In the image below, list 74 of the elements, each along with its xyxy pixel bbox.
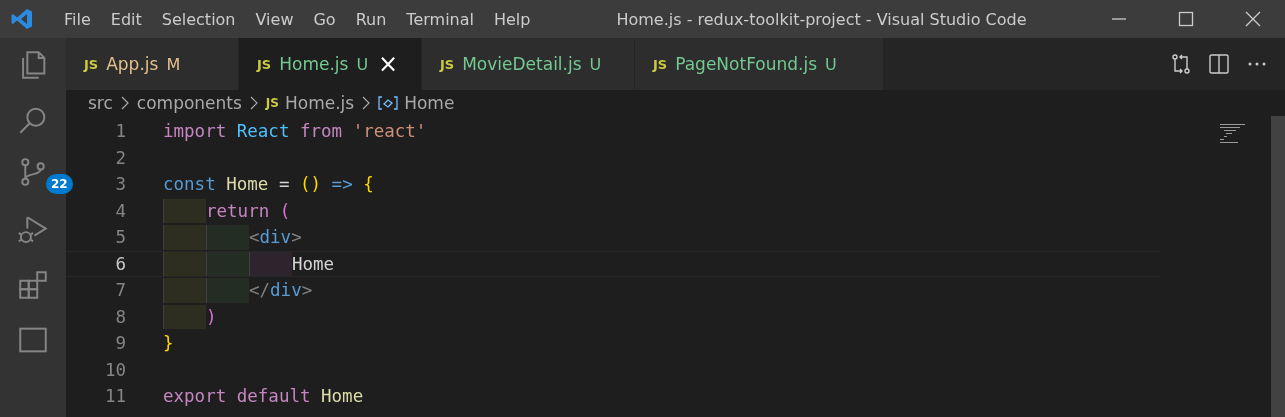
indent-guide <box>163 278 206 303</box>
menu-item[interactable]: Selection <box>151 9 246 29</box>
menu-item[interactable]: File <box>54 9 101 29</box>
menu-item[interactable]: Edit <box>100 9 152 29</box>
line-number: 9 <box>114 333 126 354</box>
tab-label: MovieDetail.js <box>462 54 582 74</box>
git-status: M <box>166 54 181 74</box>
code-line: ) <box>206 306 217 327</box>
tab-label: PageNotFound.js <box>675 54 818 74</box>
indent-guide <box>206 278 249 303</box>
symbol-icon <box>378 95 399 111</box>
code-line: return ( <box>206 200 291 221</box>
editor-tab[interactable]: JS Home.js U × <box>239 38 422 90</box>
line-number: 1 <box>114 121 126 142</box>
code-line: <div> <box>249 227 302 248</box>
breadcrumb-item[interactable]: Home.js <box>284 93 355 113</box>
menu-item[interactable]: Run <box>345 9 397 29</box>
indent-guide <box>249 251 292 276</box>
indent-guide <box>163 304 206 329</box>
editor-tab[interactable]: JS App.js M <box>66 38 239 90</box>
line-number: 7 <box>114 280 126 301</box>
line-number: 4 <box>114 200 126 221</box>
menu-item[interactable]: Help <box>483 9 541 29</box>
window-title: Home.js - redux-toolkit-project - Visual Studio Code <box>616 9 1027 29</box>
line-number: 11 <box>103 386 126 407</box>
code-line: const Home = () => { <box>163 174 374 195</box>
close-tab-button[interactable]: × <box>376 52 401 76</box>
indent-guide <box>163 251 206 276</box>
indent-guide <box>206 251 249 276</box>
js-file-icon: JS <box>265 96 279 110</box>
close-icon[interactable] <box>1245 11 1261 27</box>
compare-changes-icon[interactable] <box>1169 52 1193 76</box>
line-number: 6 <box>114 253 126 274</box>
maximize-icon[interactable] <box>1178 11 1194 27</box>
tab-label: Home.js <box>279 54 349 74</box>
js-file-icon: JS <box>84 56 99 72</box>
git-status: U <box>825 54 837 74</box>
chevron-icon <box>362 96 371 110</box>
code-line: } <box>163 333 174 354</box>
code-line: export default Home <box>163 386 364 407</box>
breadcrumb-item[interactable]: components <box>136 93 242 113</box>
split-editor-icon[interactable] <box>1207 52 1231 76</box>
extensions-icon[interactable] <box>16 268 50 302</box>
line-number: 8 <box>114 306 126 327</box>
tab-label: App.js <box>106 54 159 74</box>
code-line: import React from 'react' <box>163 121 427 142</box>
breadcrumb-item[interactable]: Home <box>404 93 455 113</box>
editor-tab[interactable]: JS PageNotFound.js U <box>635 38 884 90</box>
chevron-icon <box>120 96 129 110</box>
indent-guide <box>163 198 206 223</box>
js-file-icon: JS <box>440 56 455 72</box>
editor-tab[interactable]: JS MovieDetail.js U <box>422 38 635 90</box>
notification-badge: 22 <box>46 174 73 194</box>
menu-item[interactable]: Terminal <box>396 9 484 29</box>
js-file-icon: JS <box>653 56 668 72</box>
line-number: 3 <box>114 174 126 195</box>
menu-item[interactable]: View <box>245 9 304 29</box>
source-control-icon[interactable] <box>21 158 45 186</box>
scrollbar[interactable] <box>1271 116 1285 417</box>
git-status: U <box>356 54 369 74</box>
indent-guide <box>206 225 249 250</box>
code-line: Home <box>292 253 335 274</box>
app-logo-icon <box>10 7 34 31</box>
line-number: 10 <box>103 359 126 380</box>
menu-item[interactable]: Go <box>303 9 346 29</box>
line-number: 5 <box>114 227 126 248</box>
js-file-icon: JS <box>257 56 272 72</box>
git-status: U <box>589 54 602 74</box>
minimap-drawing <box>1220 124 1245 143</box>
chevron-icon <box>249 96 258 110</box>
line-number: 2 <box>114 147 126 168</box>
indent-guide <box>163 225 206 250</box>
breadcrumb-item[interactable]: src <box>88 93 113 113</box>
code-line: </div> <box>249 280 313 301</box>
